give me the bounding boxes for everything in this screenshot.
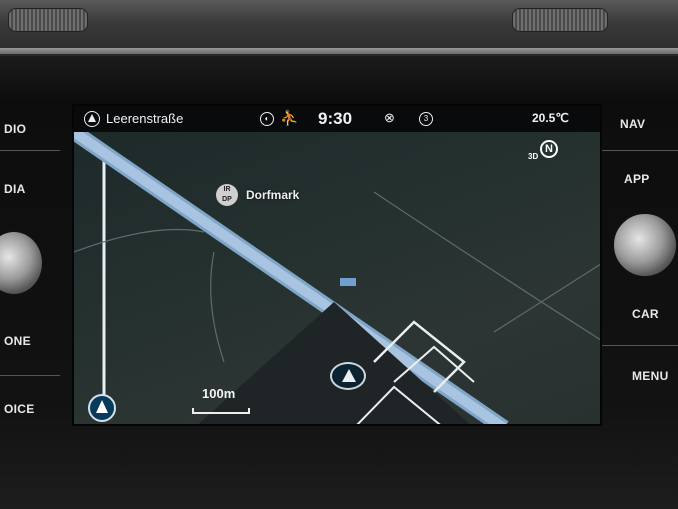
locate-button[interactable] [88, 394, 116, 422]
divider [0, 375, 60, 376]
chrome-strip [0, 48, 678, 54]
divider [0, 150, 60, 151]
status-bar: Leerenstraße ◐ ⛹ 9:30 ⊗ 3 20.5℃ [74, 106, 600, 132]
view-mode-label: 3D [528, 152, 539, 161]
top-left-knob[interactable] [8, 8, 88, 32]
outside-temperature: 20.5℃ [532, 111, 569, 125]
route-badge [340, 278, 356, 286]
scale-bar [192, 408, 250, 414]
driver-icon: ⛹ [280, 110, 299, 127]
right-button-app[interactable]: APP [624, 172, 650, 186]
divider [600, 345, 678, 346]
nav-arrow-icon [84, 111, 100, 127]
circle-3-icon: 3 [419, 112, 433, 126]
right-button-car[interactable]: CAR [632, 307, 659, 321]
nav-screen: Leerenstraße ◐ ⛹ 9:30 ⊗ 3 20.5℃ 3D N IR … [72, 104, 602, 426]
train-station-icon: IR DP [216, 184, 238, 206]
left-button-media[interactable]: DIA [4, 182, 26, 196]
left-button-phone[interactable]: ONE [4, 334, 31, 348]
mute-icon: ⊗ [384, 110, 395, 125]
left-button-radio[interactable]: DIO [4, 122, 26, 136]
current-street: Leerenstraße [106, 111, 184, 126]
north-icon: N [540, 140, 558, 158]
left-button-voice[interactable]: OICE [4, 402, 35, 416]
clock: 9:30 [318, 109, 353, 128]
scale-label: 100m [202, 386, 236, 401]
minor-road [493, 263, 600, 333]
top-right-knob[interactable] [512, 8, 608, 32]
volume-knob[interactable] [0, 230, 44, 296]
minor-road [74, 228, 205, 253]
map-orientation[interactable]: 3D N [528, 140, 558, 164]
compass-icon: ◐ [260, 112, 274, 126]
map-view[interactable]: 3D N IR DP Dorfmark 100m [74, 132, 600, 424]
poi-label: Dorfmark [246, 188, 300, 202]
minor-road [373, 191, 600, 341]
divider [600, 150, 678, 151]
right-button-menu[interactable]: MENU [632, 369, 669, 383]
tune-knob[interactable] [612, 212, 678, 278]
right-button-nav[interactable]: NAV [620, 117, 645, 131]
vehicle-position-marker [330, 362, 366, 390]
head-unit: DIO DIA ONE OICE NAV APP CAR MENU Leeren… [0, 0, 678, 509]
minor-road [210, 251, 225, 363]
